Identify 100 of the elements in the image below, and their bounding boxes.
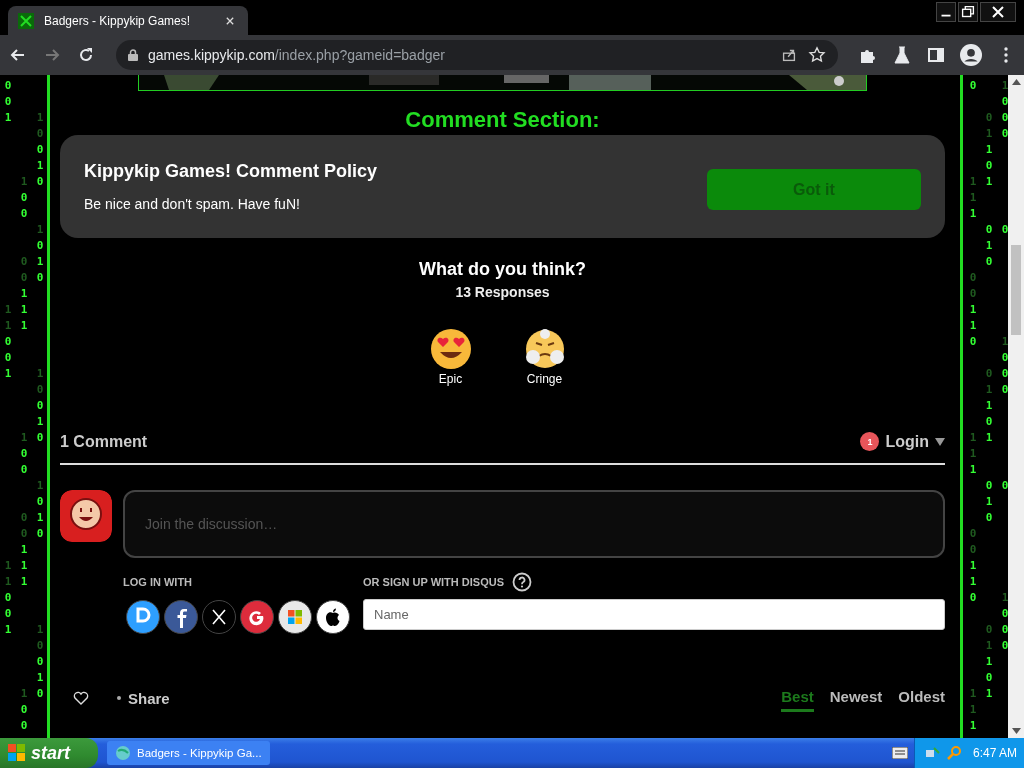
apple-logo-icon[interactable] xyxy=(316,600,350,634)
steaming-face-emoji-icon[interactable] xyxy=(523,328,566,370)
comment-field[interactable]: Join the discussion… xyxy=(123,490,945,558)
binary-digit: 0 xyxy=(20,190,28,206)
taskbar-window-button[interactable]: Badgers - Kippykip Ga... xyxy=(107,741,270,765)
binary-digit: 0 xyxy=(969,590,977,606)
login-with-label: LOG IN WITH xyxy=(123,575,194,590)
login-link[interactable]: Login xyxy=(885,432,929,451)
binary-digit: 0 xyxy=(4,590,12,606)
share-link[interactable]: Share xyxy=(128,689,170,707)
binary-digit: 0 xyxy=(985,222,993,238)
profile-icon[interactable] xyxy=(960,44,982,66)
reaction-label: Epic xyxy=(438,372,463,386)
binary-digit: 1 xyxy=(20,318,28,334)
google-logo-icon[interactable] xyxy=(240,600,274,634)
caret-icon[interactable] xyxy=(935,437,945,446)
restore-icon[interactable] xyxy=(958,2,978,22)
binary-digit: 0 xyxy=(36,142,44,158)
notification-badge: 1 xyxy=(860,432,880,451)
binary-digit: 0 xyxy=(36,270,44,286)
binary-digit: 0 xyxy=(20,446,28,462)
binary-digit: 1 xyxy=(4,622,12,638)
binary-digit: 0 xyxy=(20,526,28,542)
scrollbar[interactable] xyxy=(1008,75,1024,738)
binary-digit: 1 xyxy=(20,286,28,302)
binary-digit: 0 xyxy=(36,494,44,510)
binary-digit: 0 xyxy=(36,382,44,398)
binary-digit: 1 xyxy=(4,110,12,126)
address-bar[interactable]: games.kippykip.com/index.php?gameid=badger xyxy=(116,40,838,70)
binary-digit: 1 xyxy=(36,254,44,270)
binary-digit: 0 xyxy=(1001,622,1008,638)
binary-digit: 1 xyxy=(20,686,28,702)
binary-digit: 1 xyxy=(985,174,993,190)
sort-tab[interactable]: Newest xyxy=(829,684,883,712)
binary-digit: 1 xyxy=(36,414,44,430)
sort-tab[interactable]: Best xyxy=(781,684,814,712)
binary-digit: 0 xyxy=(969,78,977,94)
url-text: games.kippykip.com/index.php?gameid=badger xyxy=(148,47,446,63)
windows-logo-icon[interactable] xyxy=(278,600,312,634)
binary-digit: 0 xyxy=(1001,638,1008,654)
binary-digit: 1 xyxy=(985,638,993,654)
help-icon[interactable] xyxy=(512,572,532,592)
binary-digit: 1 xyxy=(1001,78,1008,94)
binary-digit: 0 xyxy=(985,670,993,686)
facebook-logo-icon[interactable] xyxy=(164,600,198,634)
binary-digit: 0 xyxy=(20,206,28,222)
binary-digit: 1 xyxy=(969,574,977,590)
binary-digit: 0 xyxy=(1001,382,1008,398)
minimize-icon[interactable] xyxy=(936,2,956,22)
binary-digit: 0 xyxy=(36,126,44,142)
disqus-logo-icon[interactable] xyxy=(126,600,160,634)
binary-digit: 0 xyxy=(20,702,28,718)
heart-icon[interactable] xyxy=(73,691,89,705)
binary-digit: 0 xyxy=(1001,94,1008,110)
binary-digit: 1 xyxy=(969,446,977,462)
binary-digit: 0 xyxy=(1001,350,1008,366)
binary-digit: 0 xyxy=(36,398,44,414)
binary-digit: 0 xyxy=(36,174,44,190)
heart-eyes-emoji-icon[interactable] xyxy=(429,328,472,370)
binary-digit: 0 xyxy=(1001,126,1008,142)
keyboard-icon[interactable] xyxy=(892,747,908,759)
start-button[interactable]: start xyxy=(0,738,98,768)
binary-digit: 0 xyxy=(969,542,977,558)
close-icon[interactable] xyxy=(980,2,1016,22)
sidebar-icon[interactable] xyxy=(926,45,946,65)
star-icon[interactable] xyxy=(808,46,826,64)
binary-digit: 1 xyxy=(985,238,993,254)
binary-digit: 1 xyxy=(985,126,993,142)
sort-tab[interactable]: Oldest xyxy=(898,684,945,712)
binary-digit: 1 xyxy=(36,478,44,494)
binary-digit: 0 xyxy=(4,78,12,94)
binary-digit: 1 xyxy=(36,366,44,382)
binary-digit: 1 xyxy=(985,430,993,446)
name-field[interactable]: Name xyxy=(363,599,945,630)
binary-digit: 1 xyxy=(36,110,44,126)
binary-digit: 0 xyxy=(985,158,993,174)
binary-digit: 1 xyxy=(4,574,12,590)
binary-digit: 1 xyxy=(36,670,44,686)
binary-digit: 1 xyxy=(985,654,993,670)
scroll-thumb[interactable] xyxy=(1011,245,1021,335)
binary-digit: 0 xyxy=(20,718,28,734)
binary-digit: 0 xyxy=(1001,366,1008,382)
binary-digit: 0 xyxy=(985,366,993,382)
binary-digit: 1 xyxy=(969,686,977,702)
reaction-label: Cringe xyxy=(526,372,563,386)
x-logo-icon[interactable] xyxy=(202,600,236,634)
lock-icon xyxy=(128,49,138,61)
scroll-up-icon[interactable] xyxy=(1011,79,1021,85)
binary-digit: 0 xyxy=(4,350,12,366)
binary-digit: 0 xyxy=(985,254,993,270)
binary-digit: 0 xyxy=(969,526,977,542)
binary-digit: 1 xyxy=(969,462,977,478)
binary-digit: 0 xyxy=(20,510,28,526)
binary-digit: 1 xyxy=(969,190,977,206)
browser-tab[interactable]: Badgers - Kippykip Games! xyxy=(8,6,248,35)
binary-digit: 0 xyxy=(985,622,993,638)
scroll-down-icon[interactable] xyxy=(1011,728,1021,734)
binary-digit: 0 xyxy=(20,462,28,478)
binary-digit: 1 xyxy=(969,702,977,718)
flask-icon[interactable] xyxy=(892,45,912,65)
